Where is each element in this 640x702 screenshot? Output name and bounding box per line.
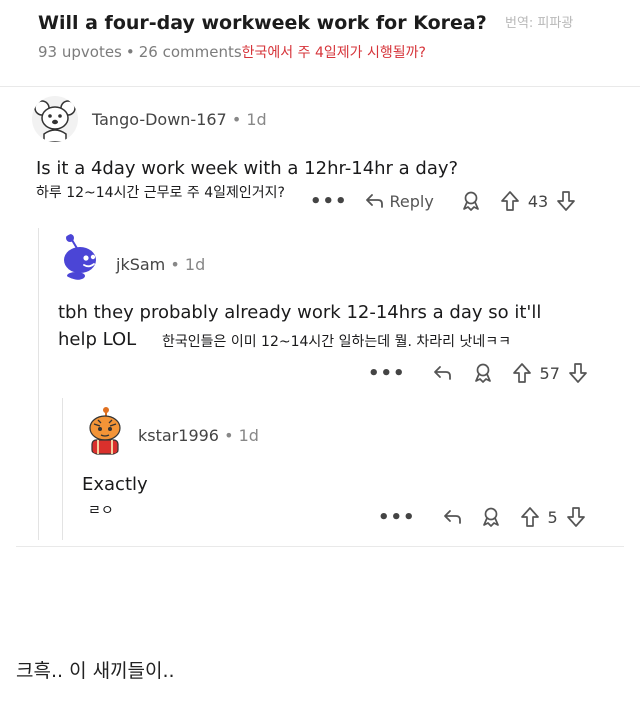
comment-author[interactable]: jkSam • 1d — [116, 255, 205, 274]
award-icon — [474, 363, 491, 383]
upvote-button[interactable] — [500, 190, 520, 212]
downvote-button[interactable] — [568, 362, 588, 384]
award-icon — [462, 191, 479, 211]
reply-button[interactable] — [442, 508, 462, 526]
comment-age: 1d — [246, 110, 267, 129]
reply-button[interactable]: Reply — [364, 192, 434, 211]
comment-body: Is it a 4day work week with a 12hr-14hr … — [36, 158, 459, 179]
comment-actions: ••• 5 — [378, 506, 586, 528]
reply-label: Reply — [389, 191, 434, 211]
reply-icon — [365, 194, 383, 208]
comment-count[interactable]: 26 comments — [139, 43, 242, 61]
meta-separator: • — [125, 43, 135, 61]
more-options-icon[interactable]: ••• — [368, 363, 406, 384]
comment-age: 1d — [238, 426, 259, 445]
meta-separator: • — [170, 255, 180, 274]
upvote-button[interactable] — [512, 362, 532, 384]
comment-body-line1: tbh they probably already work 12-14hrs … — [58, 302, 542, 323]
upvote-arrow-icon — [520, 507, 539, 527]
upvote-button[interactable] — [520, 506, 540, 528]
meta-separator: • — [224, 426, 234, 445]
comment-body-line2: help LOL — [58, 329, 137, 350]
award-button[interactable] — [472, 362, 494, 384]
comment-translation: 하루 12~14시간 근무로 주 4일제인거지? — [36, 185, 285, 201]
avatar-jksam[interactable] — [56, 232, 104, 280]
award-button[interactable] — [480, 506, 502, 528]
downvote-arrow-icon — [566, 507, 585, 527]
vote-count: 5 — [547, 507, 558, 527]
upvote-arrow-icon — [512, 363, 531, 383]
thread-line — [38, 228, 39, 540]
comment-age: 1d — [184, 255, 206, 274]
comment-actions: ••• Reply 43 — [310, 190, 576, 212]
downvote-arrow-icon — [557, 191, 576, 211]
award-icon — [482, 507, 499, 527]
comment-body: Exactly — [82, 474, 148, 495]
header-divider — [0, 86, 640, 87]
comment-actions: ••• 57 — [368, 362, 588, 384]
comment-author[interactable]: Tango-Down-167 • 1d — [92, 110, 267, 129]
comment-translation: 한국인들은 이미 12~14시간 일하는데 뭘. 차라리 낫네ㅋㅋ — [162, 334, 511, 350]
translator-credit: 번역: 피파광 — [505, 16, 574, 31]
downvote-arrow-icon — [569, 363, 587, 383]
username-text[interactable]: Tango-Down-167 — [92, 110, 227, 129]
avatar-kstar[interactable] — [80, 406, 130, 456]
upvote-arrow-icon — [500, 191, 519, 211]
title-translation: 한국에서 주 4일제가 시행될까? — [241, 45, 426, 61]
username-text[interactable]: kstar1996 — [138, 426, 219, 445]
username-text[interactable]: jkSam — [116, 255, 165, 274]
avatar-tango[interactable] — [32, 96, 78, 142]
reply-icon — [433, 366, 451, 380]
snoo-avatar-icon — [64, 234, 96, 280]
footer-caption: 크흑.. 이 새끼들이.. — [16, 660, 175, 682]
comment-author[interactable]: kstar1996 • 1d — [138, 426, 259, 445]
award-button[interactable] — [460, 190, 482, 212]
comment-translation: ㄹㅇ — [88, 503, 114, 519]
more-options-icon[interactable]: ••• — [378, 507, 416, 528]
downvote-button[interactable] — [566, 506, 586, 528]
nested-thread-line — [62, 398, 63, 540]
post-meta: 93 upvotes • 26 comments한국에서 주 4일제가 시행될까? — [38, 42, 426, 62]
vote-count: 57 — [539, 363, 560, 383]
reply-button[interactable] — [432, 364, 452, 382]
upvote-count: 93 upvotes — [38, 43, 122, 61]
downvote-button[interactable] — [556, 190, 576, 212]
koala-avatar-icon — [34, 100, 76, 142]
vote-count: 43 — [527, 191, 549, 211]
meta-separator: • — [231, 110, 242, 129]
post-title[interactable]: Will a four-day workweek work for Korea? — [38, 12, 487, 34]
more-options-icon[interactable]: ••• — [310, 191, 348, 212]
reply-icon — [443, 510, 461, 524]
thread-end-divider — [16, 546, 624, 547]
tiger-avatar-icon — [89, 407, 121, 455]
